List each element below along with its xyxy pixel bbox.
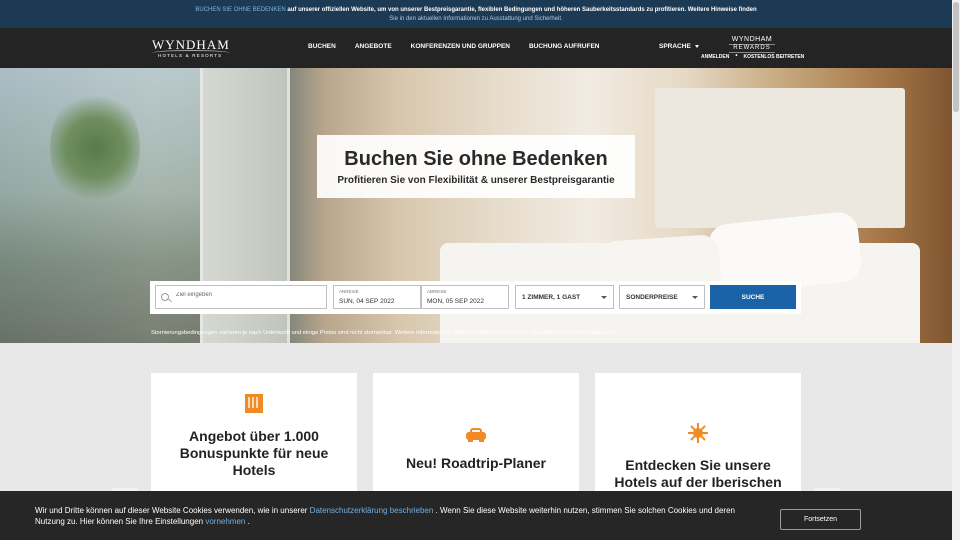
card-icon-wrap [151,394,357,418]
sun-icon [688,423,708,443]
checkout-value: MON, 05 SEP 2022 [427,298,484,305]
hero-palm [50,88,140,208]
cookie-text-part: Wir und Dritte können auf dieser Website… [35,506,308,515]
rewards-logo-line-2: REWARDS [729,44,775,53]
nav-item-buchung-aufrufen[interactable]: BUCHUNG AUFRUFEN [529,43,600,50]
site-header: WYNDHAM HOTELS & RESORTS BUCHEN ANGEBOTE… [0,28,952,68]
cookie-text: Wir und Dritte können auf dieser Website… [35,506,755,527]
special-rates-value: SONDERPREISE [626,294,678,301]
special-rates-select[interactable]: SONDERPREISE [619,285,705,309]
nav-item-angebote[interactable]: ANGEBOTE [355,43,392,50]
rewards-logo[interactable]: WYNDHAM REWARDS [729,36,775,53]
notice-line-2[interactable]: Sie in den aktuellen Informationen zu Au… [0,15,952,24]
scrollbar-thumb[interactable] [953,2,959,112]
logo-swoosh [152,50,230,56]
language-selector[interactable]: SPRACHE [659,43,699,50]
cookie-settings-link[interactable]: vornehmen [205,517,245,526]
rooms-guests-value: 1 ZIMMER, 1 GAST [522,294,581,301]
rewards-logo-line-1: WYNDHAM [731,36,773,43]
nav-item-konferenzen[interactable]: KONFERENZEN UND GRUPPEN [411,43,510,50]
destination-input[interactable] [176,292,316,298]
car-icon [466,428,486,442]
account-links: ANMELDEN • KOSTENLOS BEITRETEN [701,53,804,60]
cookie-banner: Wir und Dritte können auf dieser Website… [0,491,952,540]
notice-link[interactable]: BUCHEN SIE OHNE BEDENKEN [195,7,285,13]
separator-dot: • [735,53,738,59]
checkin-field[interactable]: ANREISE SUN, 04 SEP 2022 [333,285,421,309]
cookie-continue-button[interactable]: Fortsetzen [780,509,861,530]
nav-item-buchen[interactable]: BUCHEN [308,43,336,50]
hero-subtitle: Profitieren Sie von Flexibilität & unser… [337,175,615,186]
card-icon-wrap [595,423,801,448]
main-nav: BUCHEN ANGEBOTE KONFERENZEN UND GRUPPEN … [308,43,600,50]
notice-line-1: BUCHEN SIE OHNE BEDENKEN auf unserer off… [0,6,952,15]
checkout-label: ABREISE [427,289,447,294]
notice-bar: BUCHEN SIE OHNE BEDENKEN auf unserer off… [0,0,952,28]
checkout-field[interactable]: ABREISE MON, 05 SEP 2022 [421,285,509,309]
cancellation-disclaimer: Stornierungsbedingungen variieren je nac… [151,330,616,336]
checkin-label: ANREISE [339,289,359,294]
checkin-value: SUN, 04 SEP 2022 [339,298,395,305]
search-icon [161,293,169,301]
card-icon-wrap [373,428,579,447]
join-link[interactable]: KOSTENLOS BEITRETEN [743,54,804,60]
card-title: Neu! Roadtrip-Planer [405,455,546,471]
privacy-policy-link[interactable]: Datenschutzerklärung beschrieben [310,506,434,515]
card-title: Angebot über 1.000 Bonuspunkte für neue … [179,428,329,478]
rooms-guests-select[interactable]: 1 ZIMMER, 1 GAST [515,285,614,309]
building-icon [245,394,263,413]
cookie-text-part: . [247,516,250,526]
notice-text: auf unserer offiziellen Website, um von … [287,7,757,13]
page-scrollbar[interactable] [952,0,960,540]
chevron-down-icon [692,296,698,299]
chevron-down-icon [601,296,607,299]
destination-field[interactable] [155,285,327,309]
hero-title: Buchen Sie ohne Bedenken [344,148,608,170]
hero-headline-box: Buchen Sie ohne Bedenken Profitieren Sie… [317,135,635,198]
chevron-down-icon [694,44,699,48]
hero-headboard [655,88,905,228]
language-label: SPRACHE [659,43,691,50]
search-button[interactable]: SUCHE [710,285,796,309]
wyndham-logo[interactable]: WYNDHAM HOTELS & RESORTS [152,38,232,58]
sign-in-link[interactable]: ANMELDEN [701,54,729,60]
booking-search-bar: ANREISE SUN, 04 SEP 2022 ABREISE MON, 05… [150,281,801,314]
